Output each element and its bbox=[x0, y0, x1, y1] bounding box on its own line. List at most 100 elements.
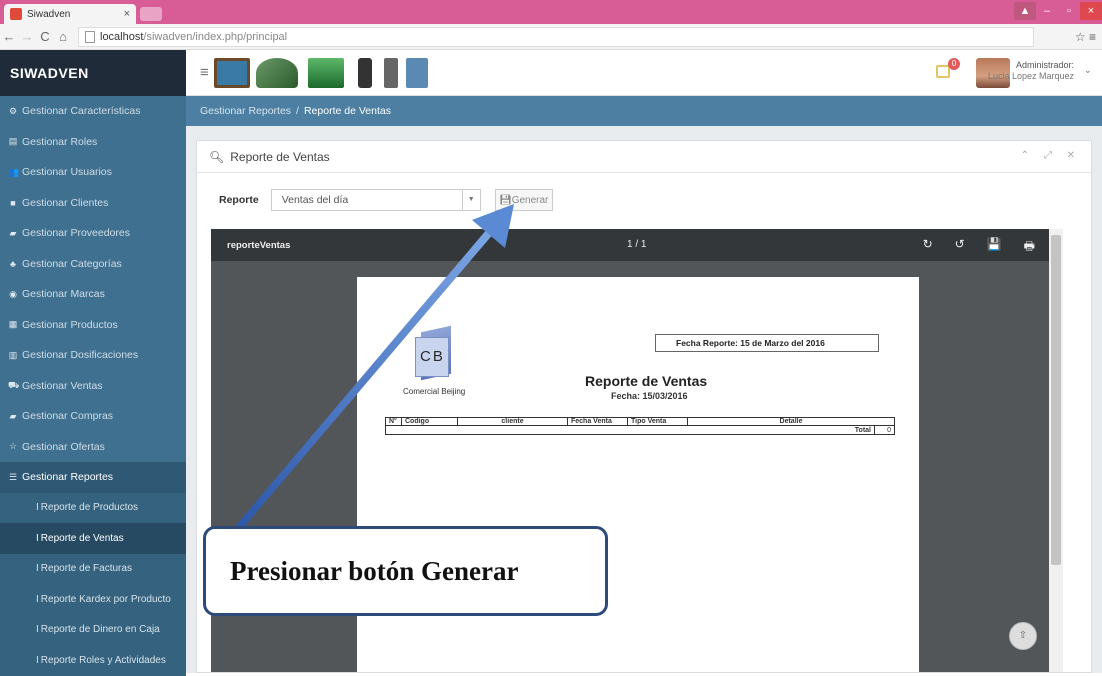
instruction-callout: Presionar botón Generar bbox=[203, 526, 608, 616]
back-icon[interactable]: ← bbox=[0, 29, 18, 44]
sidebar-item-dosificaciones[interactable]: ▥Gestionar Dosificaciones bbox=[0, 340, 186, 371]
notification-badge[interactable]: 0 bbox=[948, 58, 960, 70]
maximize-button[interactable]: ▫ bbox=[1058, 2, 1080, 20]
sidebar-item-usuarios[interactable]: 👥 Gestionar Usuarios bbox=[0, 157, 186, 188]
print-icon[interactable]: 🖶 bbox=[1024, 237, 1035, 258]
pdf-toolbar: reporteVentas 1 / 1 ↻ ↺ 💾 🖶 bbox=[211, 229, 1063, 261]
sidebar-item-clientes[interactable]: ■Gestionar Clientes bbox=[0, 188, 186, 219]
home-icon[interactable]: ⌂ bbox=[54, 29, 72, 44]
sidebar-subitem-label: Reporte de Dinero en Caja bbox=[41, 624, 160, 635]
url-host: localhost bbox=[100, 31, 143, 43]
profile-icon[interactable]: ▲ bbox=[1014, 2, 1036, 20]
users-icon: 👥 bbox=[8, 167, 18, 178]
sidebar-item-reportes[interactable]: ☰Gestionar Reportes bbox=[0, 462, 186, 493]
favicon-icon bbox=[10, 8, 22, 20]
sidebar-subitem-reporte-caja[interactable]: IReporte de Dinero en Caja bbox=[0, 615, 186, 646]
column-header: Detalle bbox=[688, 418, 895, 426]
company-logo-text: CB bbox=[420, 348, 445, 365]
pdf-page-indicator: 1 / 1 bbox=[627, 239, 646, 250]
sitemap-icon: ♣ bbox=[8, 259, 18, 269]
sidebar-item-label: Gestionar Categorías bbox=[22, 258, 122, 270]
generate-button[interactable]: 💾︎Generar bbox=[495, 189, 553, 211]
sidebar-item-roles[interactable]: ▤ Gestionar Roles bbox=[0, 127, 186, 158]
cart-icon: ⛟ bbox=[8, 380, 18, 392]
column-header: N° bbox=[386, 418, 402, 426]
column-header: cliente bbox=[458, 418, 568, 426]
pdf-scrollbar[interactable] bbox=[1049, 229, 1063, 672]
column-header: Fecha Venta bbox=[568, 418, 628, 426]
user-name[interactable]: Lucia Lopez Marquez bbox=[988, 71, 1074, 81]
breadcrumb: Gestionar Reportes / Reporte de Ventas bbox=[186, 96, 1102, 126]
banner-image-monitor bbox=[214, 58, 250, 88]
scrollbar-thumb[interactable] bbox=[1051, 235, 1061, 565]
url-path: /siwadven/index.php/principal bbox=[143, 31, 287, 43]
banner-image-memory bbox=[384, 58, 398, 88]
company-name: Comercial Beijing bbox=[403, 387, 465, 396]
sidebar-item-label: Gestionar Productos bbox=[22, 319, 118, 331]
close-window-button[interactable]: × bbox=[1080, 2, 1102, 20]
sidebar-item-label: Gestionar Roles bbox=[22, 136, 97, 148]
sidebar-item-categorias[interactable]: ♣ Gestionar Categorías bbox=[0, 249, 186, 280]
bookmark-star-icon[interactable]: ☆ ≡ bbox=[1042, 30, 1102, 44]
report-table: N° Codigo cliente Fecha Venta Tipo Venta… bbox=[385, 417, 895, 435]
brand-logo[interactable]: SIWADVEN bbox=[0, 50, 186, 96]
panel-tools-icons[interactable]: ⌃ ⤢ ✕ bbox=[1021, 150, 1081, 161]
table-total-row: Total 0 bbox=[386, 426, 895, 435]
rotate-clockwise-icon[interactable]: ↻ bbox=[923, 237, 933, 258]
banner-image-laptop bbox=[308, 58, 344, 88]
sidebar-item-label: Gestionar Compras bbox=[22, 410, 113, 422]
reload-icon[interactable]: C bbox=[36, 29, 54, 44]
sidebar-item-label: Gestionar Dosificaciones bbox=[22, 349, 138, 361]
browser-tabbar: Siwadven × ▲ – ▫ × bbox=[0, 0, 1102, 24]
roles-icon: ▤ bbox=[8, 136, 18, 147]
page-icon bbox=[85, 31, 95, 43]
sidebar-item-caracteristicas[interactable]: ⚙Gestionar Características bbox=[0, 96, 186, 127]
star-icon: ☆ bbox=[8, 441, 18, 452]
chevron-down-icon[interactable]: ⌄ bbox=[1084, 65, 1092, 76]
cogs-icon: ⚙ bbox=[8, 106, 18, 117]
sidebar-subitem-reporte-productos[interactable]: IReporte de Productos bbox=[0, 493, 186, 524]
pdf-tools: ↻ ↺ 💾 🖶 bbox=[923, 237, 1035, 258]
sidebar-subitem-reporte-ventas[interactable]: IReporte de Ventas bbox=[0, 523, 186, 554]
truck-icon: ▰ bbox=[8, 228, 18, 239]
sidebar-item-label: Gestionar Ofertas bbox=[22, 441, 105, 453]
bullet-icon: I bbox=[36, 594, 39, 605]
report-label: Reporte bbox=[219, 194, 259, 206]
tab-close-icon[interactable]: × bbox=[124, 8, 130, 20]
breadcrumb-parent[interactable]: Gestionar Reportes bbox=[200, 105, 291, 117]
user-role[interactable]: Administrador: bbox=[1016, 60, 1074, 70]
browser-tab[interactable]: Siwadven × bbox=[4, 4, 136, 24]
report-date: Fecha: 15/03/2016 bbox=[611, 391, 688, 401]
minimize-button[interactable]: – bbox=[1036, 2, 1058, 20]
banner-image-tablet bbox=[406, 58, 428, 88]
products-icon: ▦ bbox=[8, 319, 18, 330]
scroll-top-button[interactable]: ⇧ bbox=[1009, 622, 1037, 650]
panel-header: 🔍︎ Reporte de Ventas bbox=[197, 141, 1091, 173]
sidebar-item-ofertas[interactable]: ☆ Gestionar Ofertas bbox=[0, 432, 186, 463]
sidebar-item-label: Gestionar Usuarios bbox=[22, 166, 112, 178]
tab-title: Siwadven bbox=[27, 9, 124, 20]
save-icon: 💾︎ bbox=[499, 195, 512, 206]
sidebar-subitem-reporte-facturas[interactable]: IReporte de Facturas bbox=[0, 554, 186, 585]
top-navbar: ≡ 0 Administrador: Lucia Lopez Marquez ⌄ bbox=[186, 50, 1102, 96]
sidebar-subitem-reporte-kardex[interactable]: IReporte Kardex por Producto bbox=[0, 584, 186, 615]
bullet-icon: I bbox=[36, 624, 39, 635]
new-tab-button[interactable] bbox=[140, 7, 162, 21]
sidebar-subitem-label: Reporte de Facturas bbox=[41, 563, 132, 574]
bullet-icon: I bbox=[36, 655, 39, 666]
sidebar-item-proveedores[interactable]: ▰ Gestionar Proveedores bbox=[0, 218, 186, 249]
column-header: Codigo bbox=[402, 418, 458, 426]
menu-toggle-icon[interactable]: ≡ bbox=[200, 64, 209, 81]
sidebar-item-compras[interactable]: ▰Gestionar Compras bbox=[0, 401, 186, 432]
sidebar-item-label: Gestionar Ventas bbox=[22, 380, 103, 392]
rotate-counterclockwise-icon[interactable]: ↺ bbox=[955, 237, 965, 258]
sidebar-item-marcas[interactable]: ◉Gestionar Marcas bbox=[0, 279, 186, 310]
sidebar-item-ventas[interactable]: ⛟ Gestionar Ventas bbox=[0, 371, 186, 402]
sidebar-item-productos[interactable]: ▦ Gestionar Productos bbox=[0, 310, 186, 341]
forward-icon[interactable]: → bbox=[18, 29, 36, 44]
sidebar-item-label: Gestionar Proveedores bbox=[22, 227, 130, 239]
report-select[interactable]: Ventas del día ▼ bbox=[271, 189, 481, 211]
download-icon[interactable]: 💾 bbox=[987, 237, 1002, 258]
sidebar-subitem-reporte-roles[interactable]: IReporte Roles y Actividades bbox=[0, 645, 186, 676]
url-field[interactable]: localhost/siwadven/index.php/principal bbox=[78, 27, 1034, 47]
